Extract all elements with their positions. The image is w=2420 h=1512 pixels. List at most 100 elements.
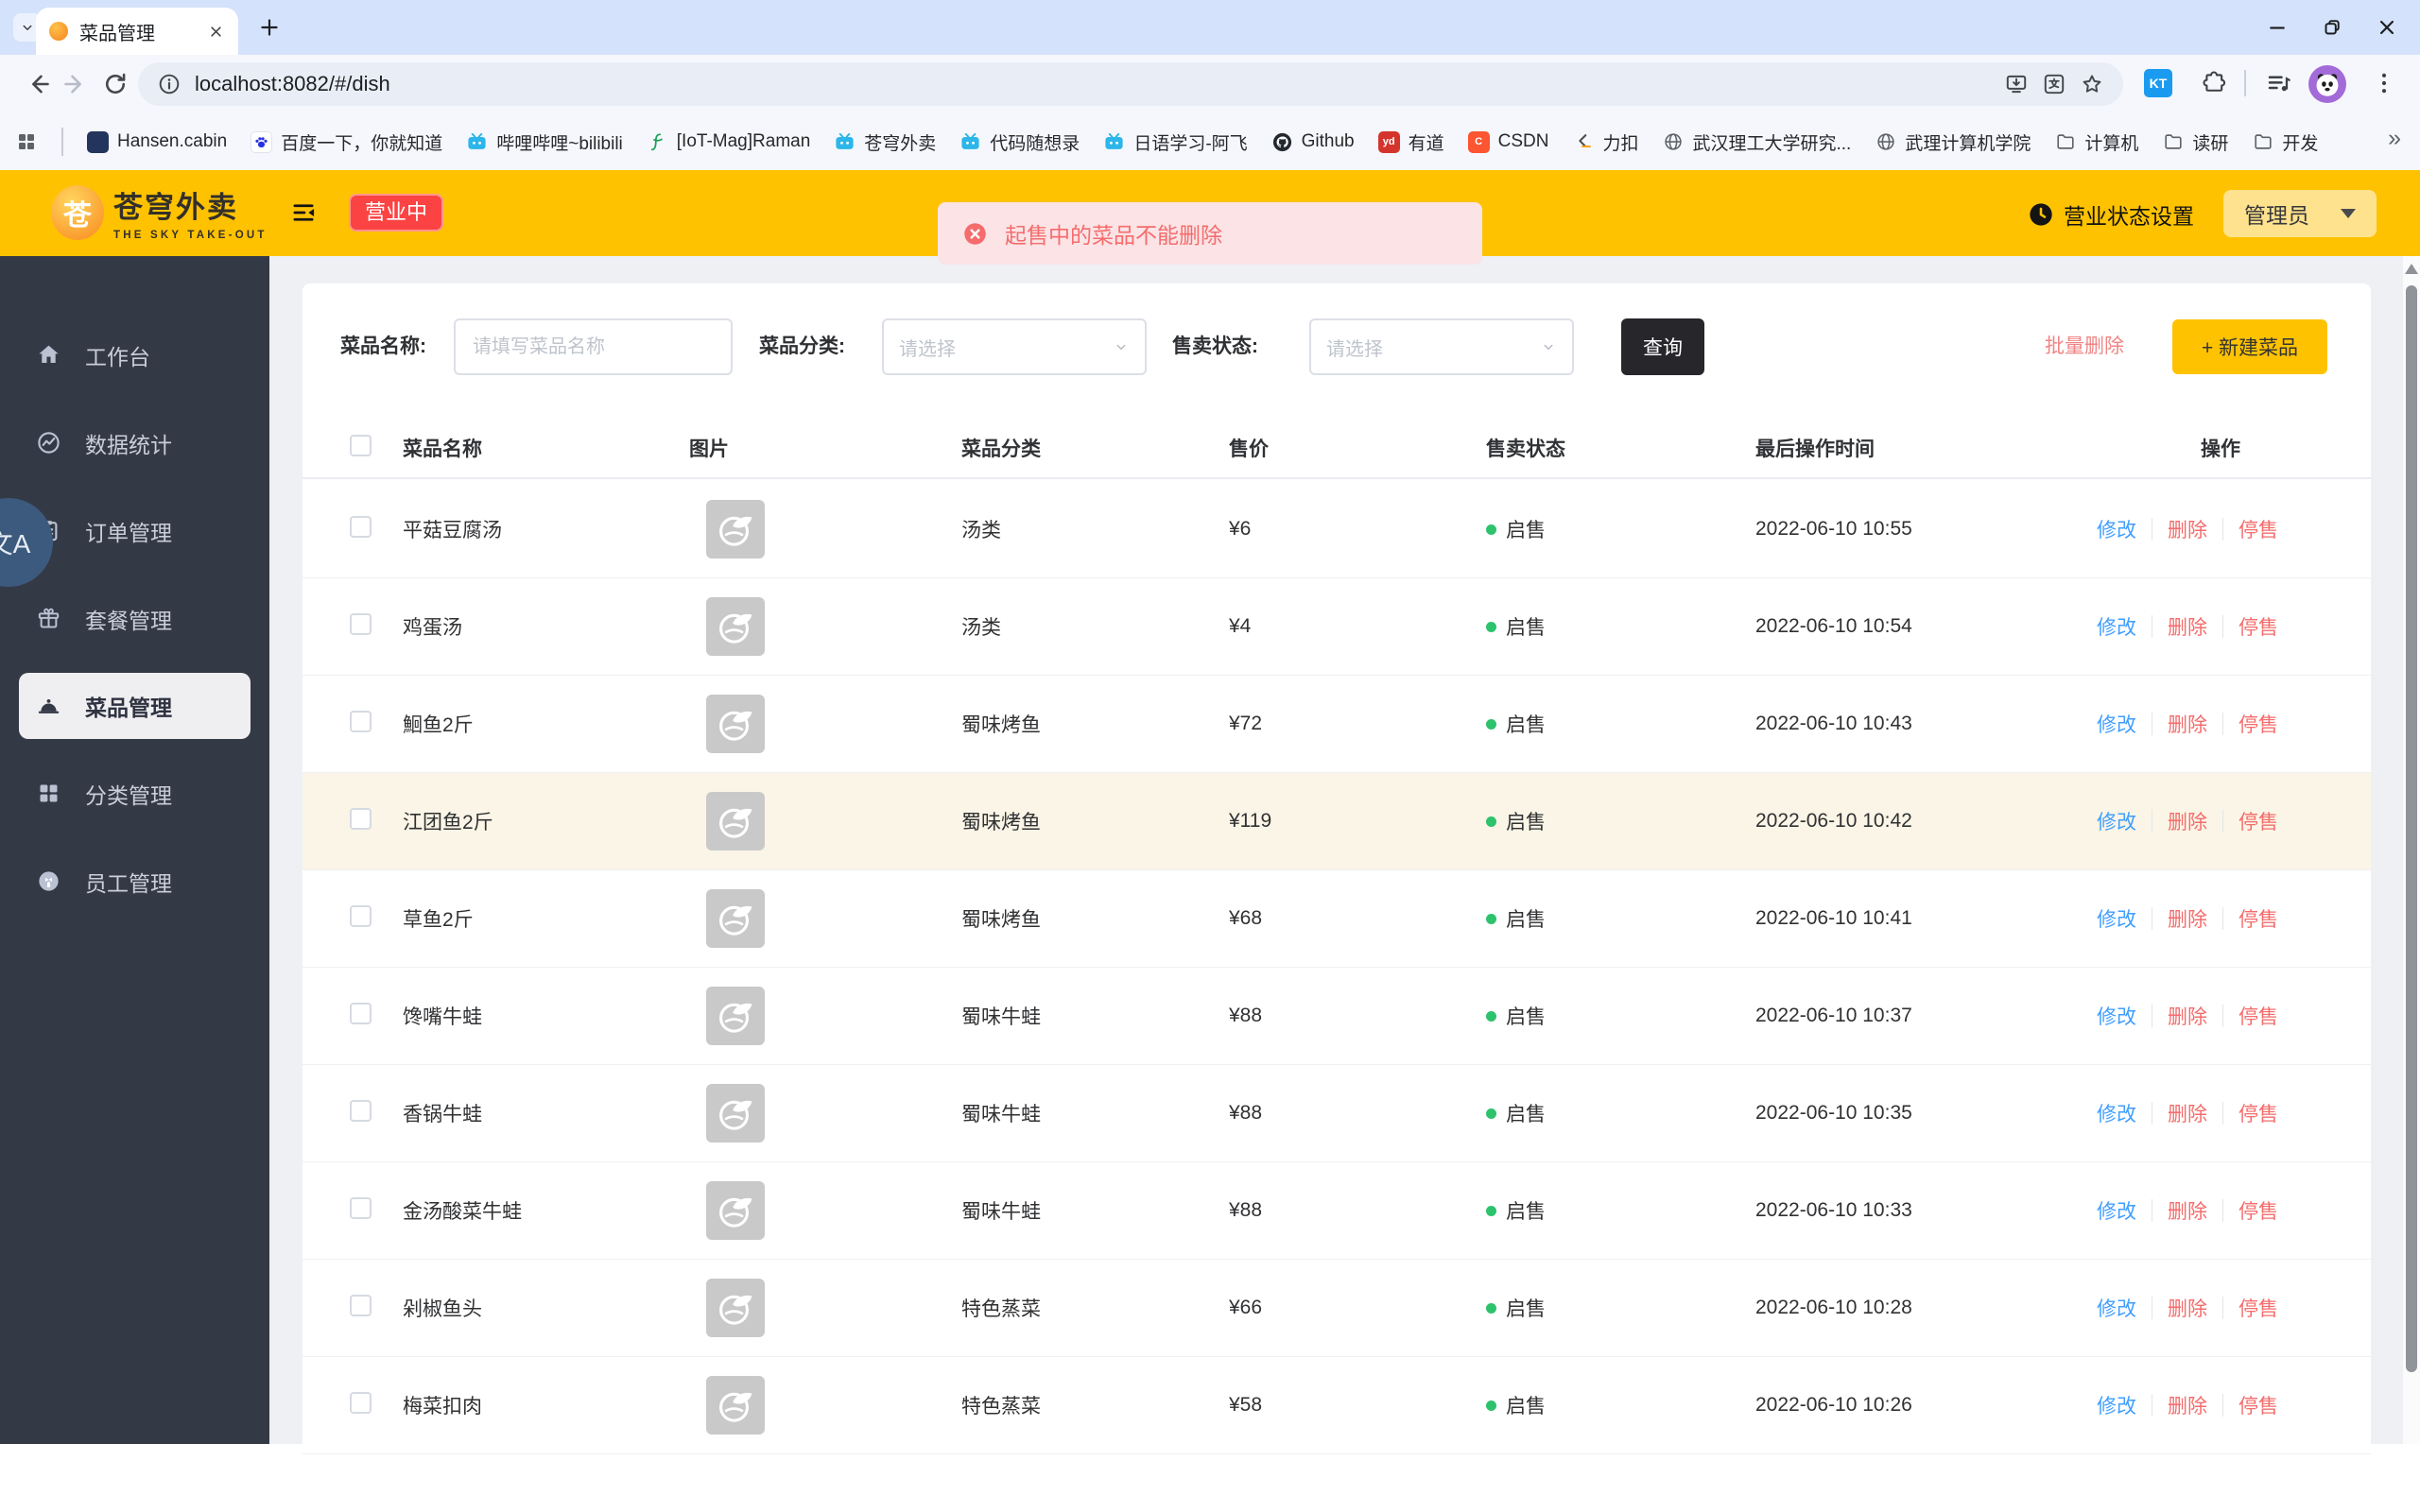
bookmark-whut-research[interactable]: 武汉理工大学研究... — [1663, 129, 1851, 155]
browser-menu-icon[interactable] — [2371, 70, 2397, 96]
site-info-icon[interactable] — [157, 72, 182, 96]
stop-sale-link[interactable]: 停售 — [2238, 904, 2278, 933]
edit-link[interactable]: 修改 — [2097, 1294, 2136, 1322]
forward-button[interactable] — [62, 71, 89, 97]
delete-link[interactable]: 删除 — [2168, 904, 2207, 933]
back-button[interactable] — [25, 71, 51, 97]
edit-link[interactable]: 修改 — [2097, 1196, 2136, 1225]
row-checkbox[interactable] — [350, 1197, 372, 1219]
edit-link[interactable]: 修改 — [2097, 1391, 2136, 1419]
sidebar-item-statistics[interactable]: 数据统计 — [0, 399, 269, 487]
bookmark-hansen-cabin[interactable]: Hansen.cabin — [87, 130, 227, 153]
install-app-icon[interactable] — [2004, 72, 2029, 96]
window-minimize-button[interactable] — [2250, 0, 2305, 55]
business-status-setting-button[interactable]: 营业状态设置 — [2028, 198, 2194, 231]
kt-extension-icon[interactable]: KT — [2144, 69, 2172, 97]
status-dot-icon — [1486, 621, 1496, 632]
bookmark-folder-dev[interactable]: 开发 — [2252, 129, 2318, 155]
address-bar[interactable]: localhost:8082/#/dish — [138, 62, 2123, 106]
category-select[interactable]: 请选择 — [882, 318, 1147, 375]
stop-sale-link[interactable]: 停售 — [2238, 1196, 2278, 1225]
bookmark-sky-takeout[interactable]: 苍穹外卖 — [834, 129, 936, 155]
delete-link[interactable]: 删除 — [2168, 1002, 2207, 1030]
stop-sale-link[interactable]: 停售 — [2238, 1391, 2278, 1419]
search-button[interactable]: 查询 — [1621, 318, 1704, 375]
sidebar-item-combo[interactable]: 套餐管理 — [0, 575, 269, 662]
sidebar-item-categories[interactable]: 分类管理 — [0, 749, 269, 837]
row-checkbox[interactable] — [350, 1100, 372, 1122]
edit-link[interactable]: 修改 — [2097, 710, 2136, 738]
delete-link[interactable]: 删除 — [2168, 1099, 2207, 1127]
extensions-puzzle-icon[interactable] — [2201, 69, 2227, 95]
row-checkbox[interactable] — [350, 808, 372, 830]
bookmark-japanese-study[interactable]: 日语学习-阿飞 — [1103, 129, 1248, 155]
delete-link[interactable]: 删除 — [2168, 612, 2207, 641]
media-playlist-icon[interactable] — [2265, 69, 2293, 97]
stop-sale-link[interactable]: 停售 — [2238, 1002, 2278, 1030]
row-checkbox[interactable] — [350, 613, 372, 635]
scrollbar-thumb[interactable] — [2406, 285, 2417, 1372]
sale-status-select[interactable]: 请选择 — [1309, 318, 1574, 375]
batch-delete-link[interactable]: 批量删除 — [2045, 318, 2124, 375]
stop-sale-link[interactable]: 停售 — [2238, 1099, 2278, 1127]
bookmark-folder-gradstudy[interactable]: 读研 — [2162, 129, 2228, 155]
translate-icon[interactable] — [2042, 72, 2066, 96]
stop-sale-link[interactable]: 停售 — [2238, 710, 2278, 738]
bookmark-baidu[interactable]: 百度一下，你就知道 — [251, 129, 442, 155]
stop-sale-link[interactable]: 停售 — [2238, 515, 2278, 543]
sidebar-fold-icon[interactable] — [289, 199, 318, 226]
table-row: 鮰鱼2斤 蜀味烤鱼 ¥72 启售 2022-06-10 10:43 修改 删除 … — [302, 676, 2371, 773]
delete-link[interactable]: 删除 — [2168, 1294, 2207, 1322]
stop-sale-link[interactable]: 停售 — [2238, 1294, 2278, 1322]
apps-grid-icon[interactable] — [15, 130, 38, 153]
new-tab-button[interactable] — [257, 15, 282, 40]
delete-link[interactable]: 删除 — [2168, 1196, 2207, 1225]
bookmark-github[interactable]: Github — [1271, 131, 1355, 153]
sidebar-item-workbench[interactable]: 工作台 — [0, 311, 269, 399]
row-checkbox[interactable] — [350, 711, 372, 732]
delete-link[interactable]: 删除 — [2168, 807, 2207, 835]
browser-tab[interactable]: 菜品管理 — [36, 8, 238, 55]
dish-category-cell: 特色蒸菜 — [961, 1298, 1041, 1320]
admin-dropdown[interactable]: 管理员 — [2223, 190, 2377, 237]
profile-avatar[interactable] — [2308, 65, 2346, 103]
bookmark-iot-mag-raman[interactable]: [IoT-Mag]Raman — [647, 131, 810, 153]
sidebar-item-employees[interactable]: 员工管理 — [0, 837, 269, 925]
window-close-button[interactable] — [2360, 0, 2414, 55]
bookmarks-overflow-chevron[interactable]: » — [2388, 125, 2401, 152]
bookmark-leetcode[interactable]: 力扣 — [1572, 129, 1639, 155]
row-checkbox[interactable] — [350, 1003, 372, 1024]
edit-link[interactable]: 修改 — [2097, 515, 2136, 543]
new-dish-button[interactable]: + 新建菜品 — [2172, 319, 2327, 374]
sidebar-item-dishes[interactable]: 菜品管理 — [19, 673, 251, 739]
bookmark-cs-school[interactable]: 武理计算机学院 — [1875, 129, 2031, 155]
stop-sale-link[interactable]: 停售 — [2238, 612, 2278, 641]
bookmark-star-icon[interactable] — [2080, 72, 2104, 96]
dish-name-cell: 香锅牛蛙 — [403, 1104, 482, 1125]
edit-link[interactable]: 修改 — [2097, 612, 2136, 641]
window-restore-button[interactable] — [2305, 0, 2360, 55]
delete-link[interactable]: 删除 — [2168, 710, 2207, 738]
delete-link[interactable]: 删除 — [2168, 515, 2207, 543]
scrollbar-up-arrow-icon[interactable] — [2405, 264, 2418, 274]
edit-link[interactable]: 修改 — [2097, 1002, 2136, 1030]
edit-link[interactable]: 修改 — [2097, 1099, 2136, 1127]
row-checkbox[interactable] — [350, 1392, 372, 1414]
delete-link[interactable]: 删除 — [2168, 1391, 2207, 1419]
row-checkbox[interactable] — [350, 905, 372, 927]
dish-name-input[interactable] — [454, 318, 733, 375]
page-scrollbar[interactable] — [2403, 256, 2420, 1444]
bookmark-csdn[interactable]: C CSDN — [1467, 130, 1548, 153]
reload-button[interactable] — [102, 71, 129, 97]
edit-link[interactable]: 修改 — [2097, 904, 2136, 933]
select-all-checkbox[interactable] — [350, 435, 372, 456]
bookmark-code-notes[interactable]: 代码随想录 — [959, 129, 1080, 155]
row-checkbox[interactable] — [350, 516, 372, 538]
bookmark-folder-computer[interactable]: 计算机 — [2054, 129, 2138, 155]
edit-link[interactable]: 修改 — [2097, 807, 2136, 835]
bookmark-youdao[interactable]: yd 有道 — [1377, 129, 1444, 155]
row-checkbox[interactable] — [350, 1295, 372, 1316]
tab-close-icon[interactable] — [207, 23, 225, 41]
bookmark-bilibili[interactable]: 哔哩哔哩~bilibili — [466, 129, 623, 155]
stop-sale-link[interactable]: 停售 — [2238, 807, 2278, 835]
